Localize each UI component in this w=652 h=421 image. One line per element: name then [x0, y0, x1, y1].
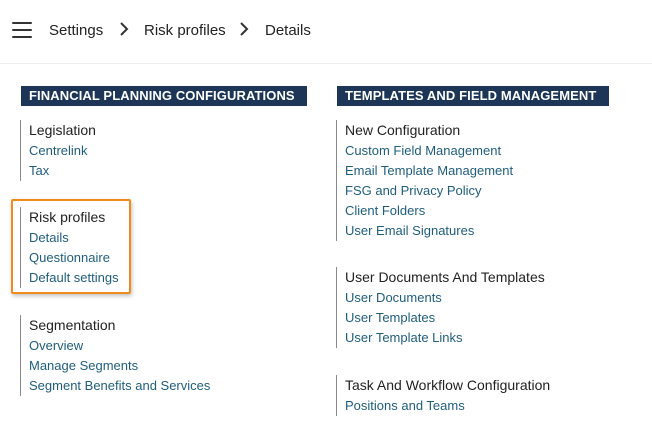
link-questionnaire[interactable]: Questionnaire — [29, 248, 119, 268]
link-centrelink[interactable]: Centrelink — [29, 141, 96, 161]
breadcrumb-settings[interactable]: Settings — [49, 22, 103, 39]
breadcrumb-risk-profiles[interactable]: Risk profiles — [144, 22, 226, 39]
link-email-template-management[interactable]: Email Template Management — [345, 161, 513, 181]
group-title: Task And Workflow Configuration — [345, 377, 551, 393]
breadcrumb-details: Details — [265, 22, 311, 39]
group-title: Segmentation — [29, 317, 116, 333]
link-user-email-signatures[interactable]: User Email Signatures — [345, 221, 513, 241]
group-title: Risk profiles — [29, 209, 106, 225]
link-details[interactable]: Details — [29, 228, 119, 248]
group-title: Legislation — [29, 122, 96, 138]
top-bar: Settings Risk profiles Details — [0, 0, 652, 64]
link-default-settings[interactable]: Default settings — [29, 268, 119, 288]
link-user-documents[interactable]: User Documents — [345, 288, 545, 308]
hamburger-menu-icon[interactable] — [12, 22, 32, 40]
group-task-workflow: Task And Workflow Configuration Position… — [336, 375, 550, 416]
link-client-folders[interactable]: Client Folders — [345, 201, 513, 221]
group-user-documents: User Documents And Templates User Docume… — [336, 267, 545, 348]
link-custom-field-management[interactable]: Custom Field Management — [345, 141, 513, 161]
group-title: User Documents And Templates — [345, 269, 545, 285]
section-header-financial-planning: FINANCIAL PLANNING CONFIGURATIONS — [21, 86, 307, 106]
link-segment-benefits[interactable]: Segment Benefits and Services — [29, 376, 210, 396]
chevron-right-icon — [239, 21, 249, 37]
link-user-template-links[interactable]: User Template Links — [345, 328, 545, 348]
link-tax[interactable]: Tax — [29, 161, 96, 181]
link-positions-and-teams[interactable]: Positions and Teams — [345, 396, 550, 416]
link-user-templates[interactable]: User Templates — [345, 308, 545, 328]
group-segmentation: Segmentation Overview Manage Segments Se… — [20, 315, 210, 396]
section-header-templates: TEMPLATES AND FIELD MANAGEMENT — [337, 86, 609, 106]
group-title: New Configuration — [345, 122, 461, 138]
link-overview[interactable]: Overview — [29, 336, 210, 356]
group-risk-profiles: Risk profiles Details Questionnaire Defa… — [20, 207, 119, 288]
group-legislation: Legislation Centrelink Tax — [20, 120, 96, 181]
group-new-configuration: New Configuration Custom Field Managemen… — [336, 120, 513, 241]
chevron-right-icon — [119, 21, 129, 37]
link-fsg-privacy-policy[interactable]: FSG and Privacy Policy — [345, 181, 513, 201]
link-manage-segments[interactable]: Manage Segments — [29, 356, 210, 376]
